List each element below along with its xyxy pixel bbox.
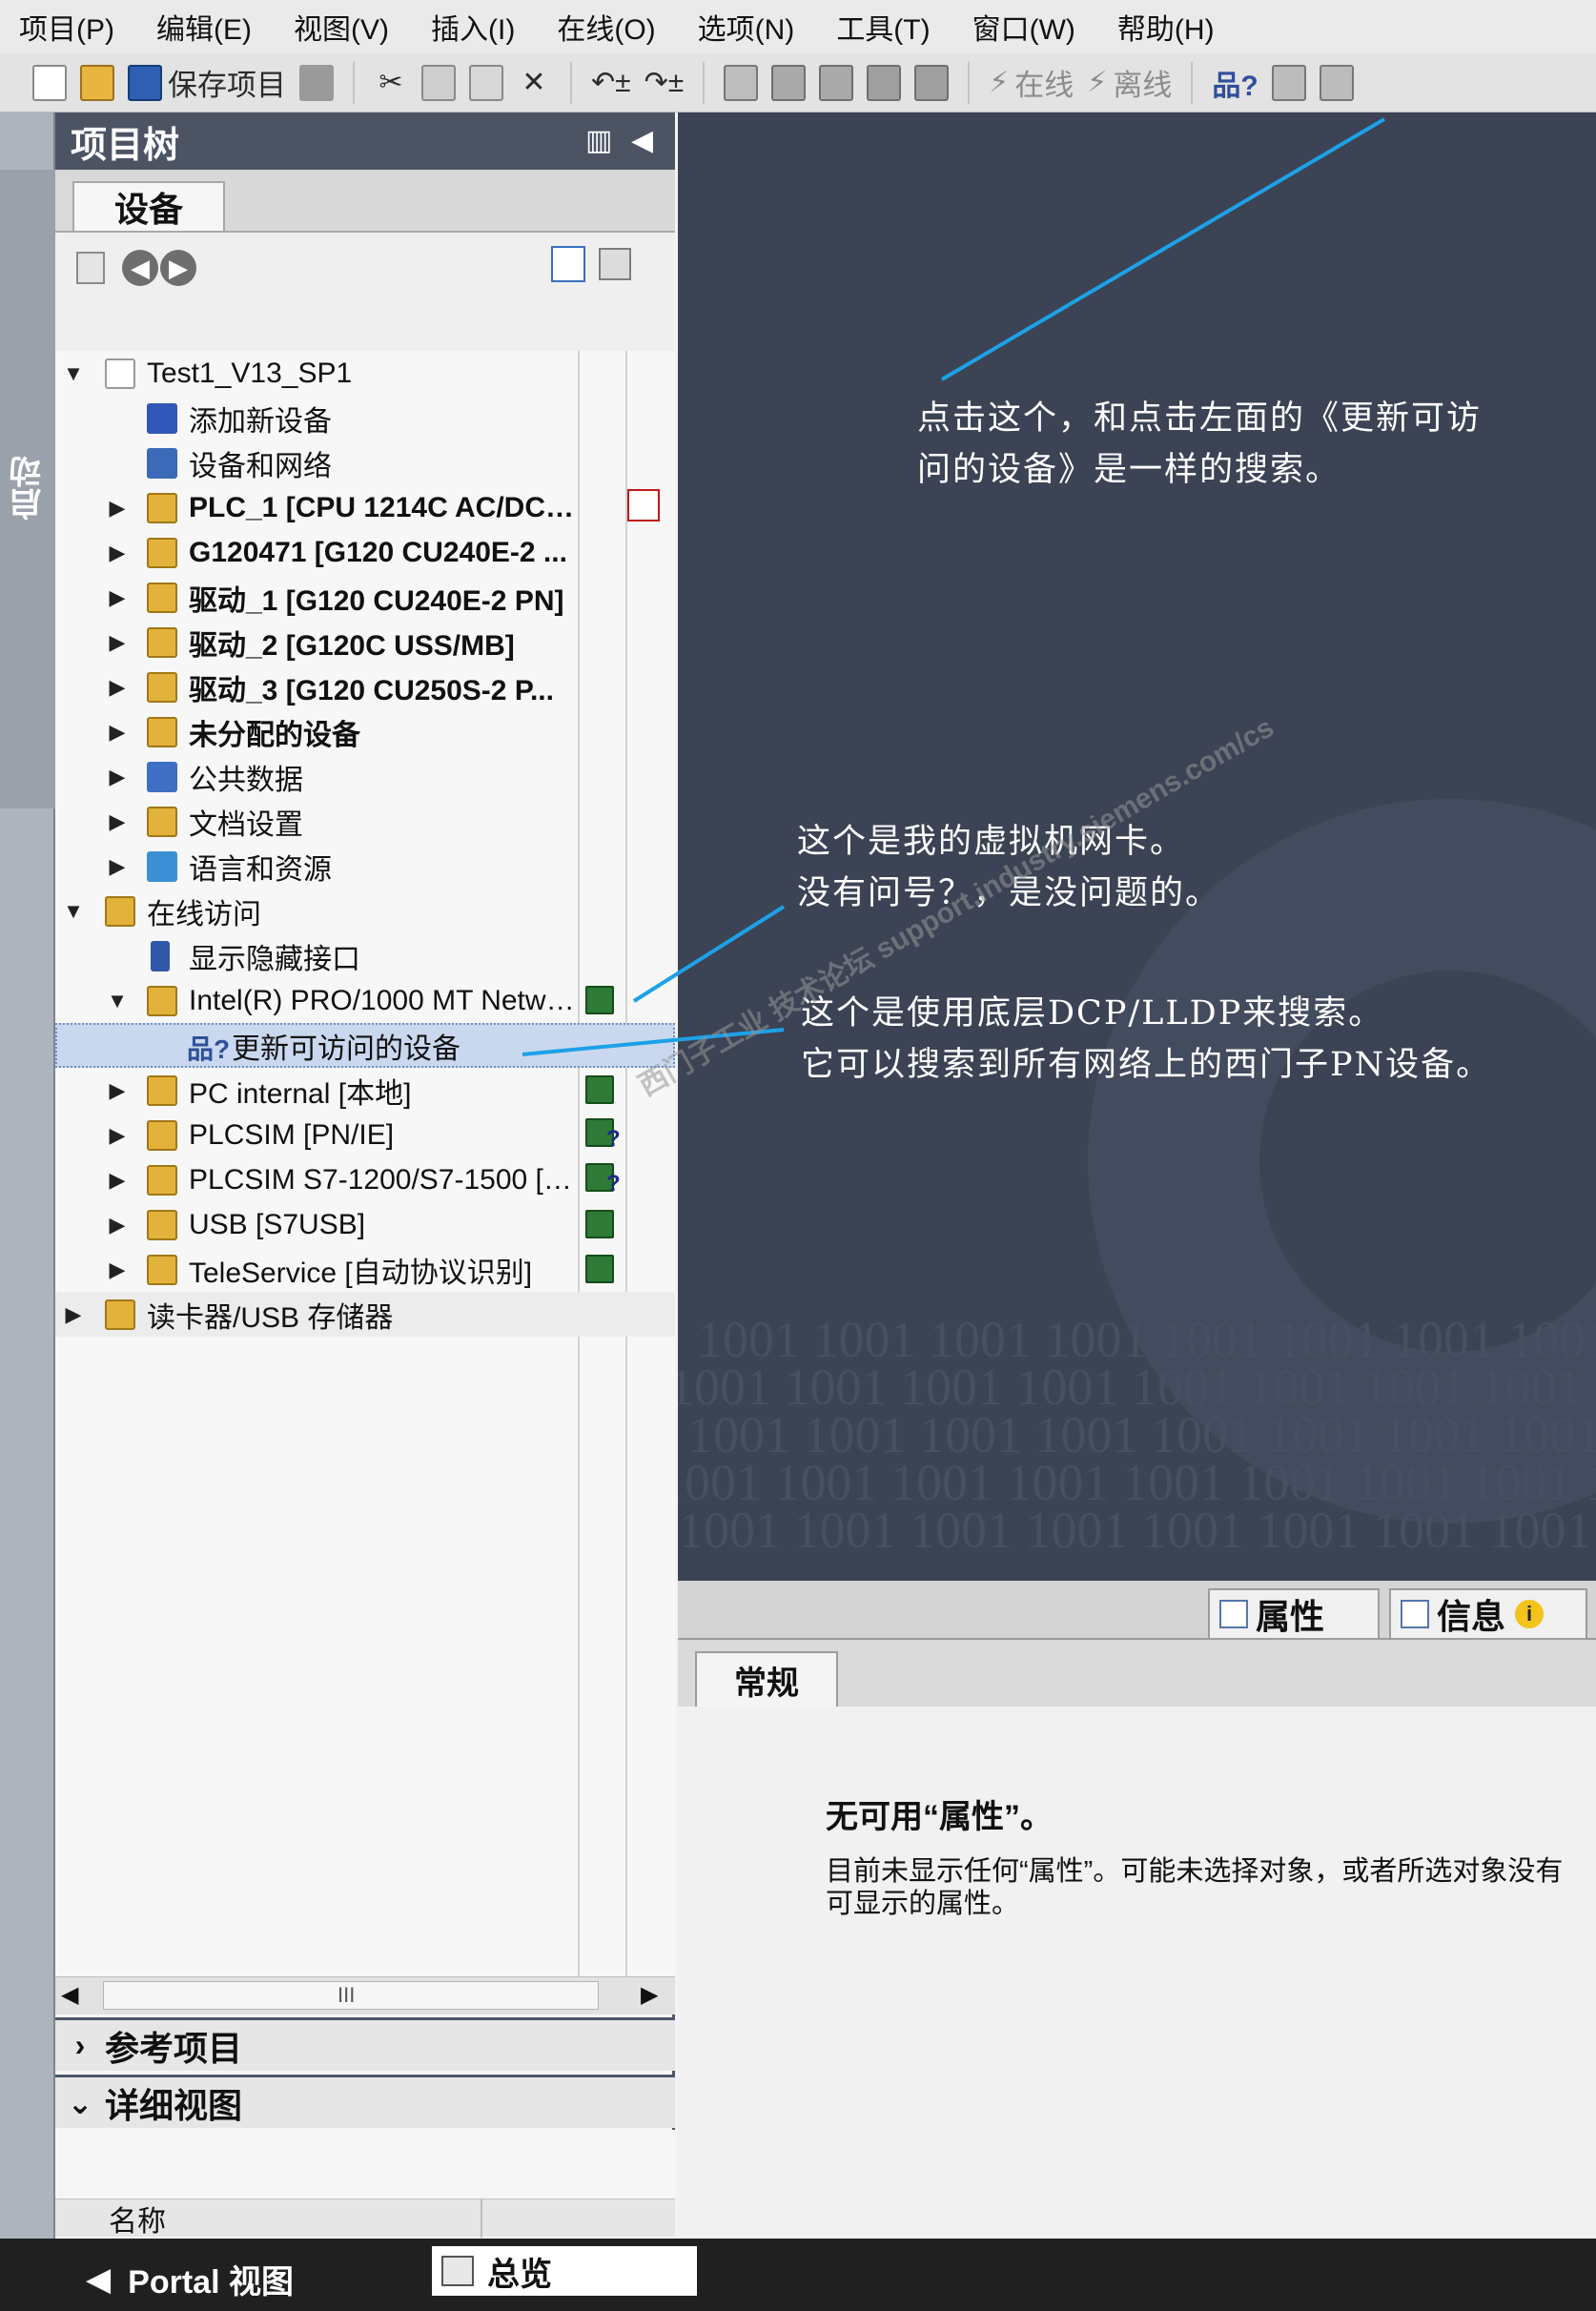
tab-general[interactable]: 常规 [695,1651,838,1707]
annotation-text: 问的设备》是一样的搜索。 [917,451,1341,489]
overview-label: 总览 [487,2256,552,2293]
tab-info-label: 信息 [1437,1597,1506,1636]
annotation-lines [522,117,1386,1056]
inspector-tabs: 属性 信息 i [678,1581,1596,1640]
annotation-line [632,905,786,1003]
info-badge-icon: i [1515,1600,1545,1628]
column-divider [481,2199,482,2238]
detail-view-body: 名称 [55,2130,675,2240]
detail-view-section[interactable]: ⌄ 详细视图 [55,2075,675,2128]
detail-view-label: 详细视图 [105,2085,243,2125]
annotation-note-dcp: 这个是使用底层DCP/LLDP来搜索。 它可以搜索到所有网络上的西门子PN设备。 [801,988,1491,1091]
overview-icon [441,2256,474,2286]
status-bar: ◀ Portal 视图 总览 [0,2239,1596,2311]
overview-button[interactable]: 总览 [432,2246,697,2296]
portal-view-button[interactable]: ◀ Portal 视图 [86,2256,294,2302]
tab-info[interactable]: 信息 i [1389,1588,1587,1638]
annotation-note-toolbar: 点击这个，和点击左面的《更新可访 问的设备》是一样的搜索。 [917,393,1482,496]
scroll-right-icon[interactable]: ▶ [641,1981,658,2009]
tab-properties[interactable]: 属性 [1208,1588,1380,1638]
portal-view-label: Portal 视图 [128,2264,294,2301]
info-tab-icon [1401,1600,1429,1628]
inspector-message: 目前未显示任何“属性”。可能未选择对象，或者所选对象没有可显示的属性。 [826,1856,1564,1919]
name-column-header[interactable]: 名称 [109,2198,166,2239]
general-tab-row: 常规 [678,1640,1596,1707]
reference-projects-label: 参考项目 [105,2028,243,2068]
back-arrow-icon: ◀ [86,2260,112,2298]
scroll-grip: III [338,1983,356,2007]
tab-properties-label: 属性 [1256,1597,1325,1636]
annotation-text: 它可以搜索到所有网络上的西门子PN设备。 [801,1046,1492,1084]
chevron-down-icon: ⌄ [67,2085,93,2120]
reference-projects-section[interactable]: › 参考项目 [55,2017,675,2071]
inspector-window: 属性 信息 i 常规 无可用“属性”。 目前未显示任何“属性”。可能未选择对象，… [678,1581,1596,2239]
scroll-left-icon[interactable]: ◀ [61,1981,78,2009]
inspector-title: 无可用“属性”。 [826,1799,1053,1835]
annotation-text: 这个是使用底层DCP/LLDP来搜索。 [801,994,1384,1033]
chevron-right-icon: › [74,2028,86,2062]
annotation-line [940,117,1386,381]
annotation-text: 点击这个，和点击左面的《更新可访 [917,399,1483,438]
detail-table-header: 名称 [55,2198,675,2239]
horizontal-scrollbar[interactable]: ◀ III ▶ [55,1976,675,2014]
properties-icon [1219,1600,1248,1628]
